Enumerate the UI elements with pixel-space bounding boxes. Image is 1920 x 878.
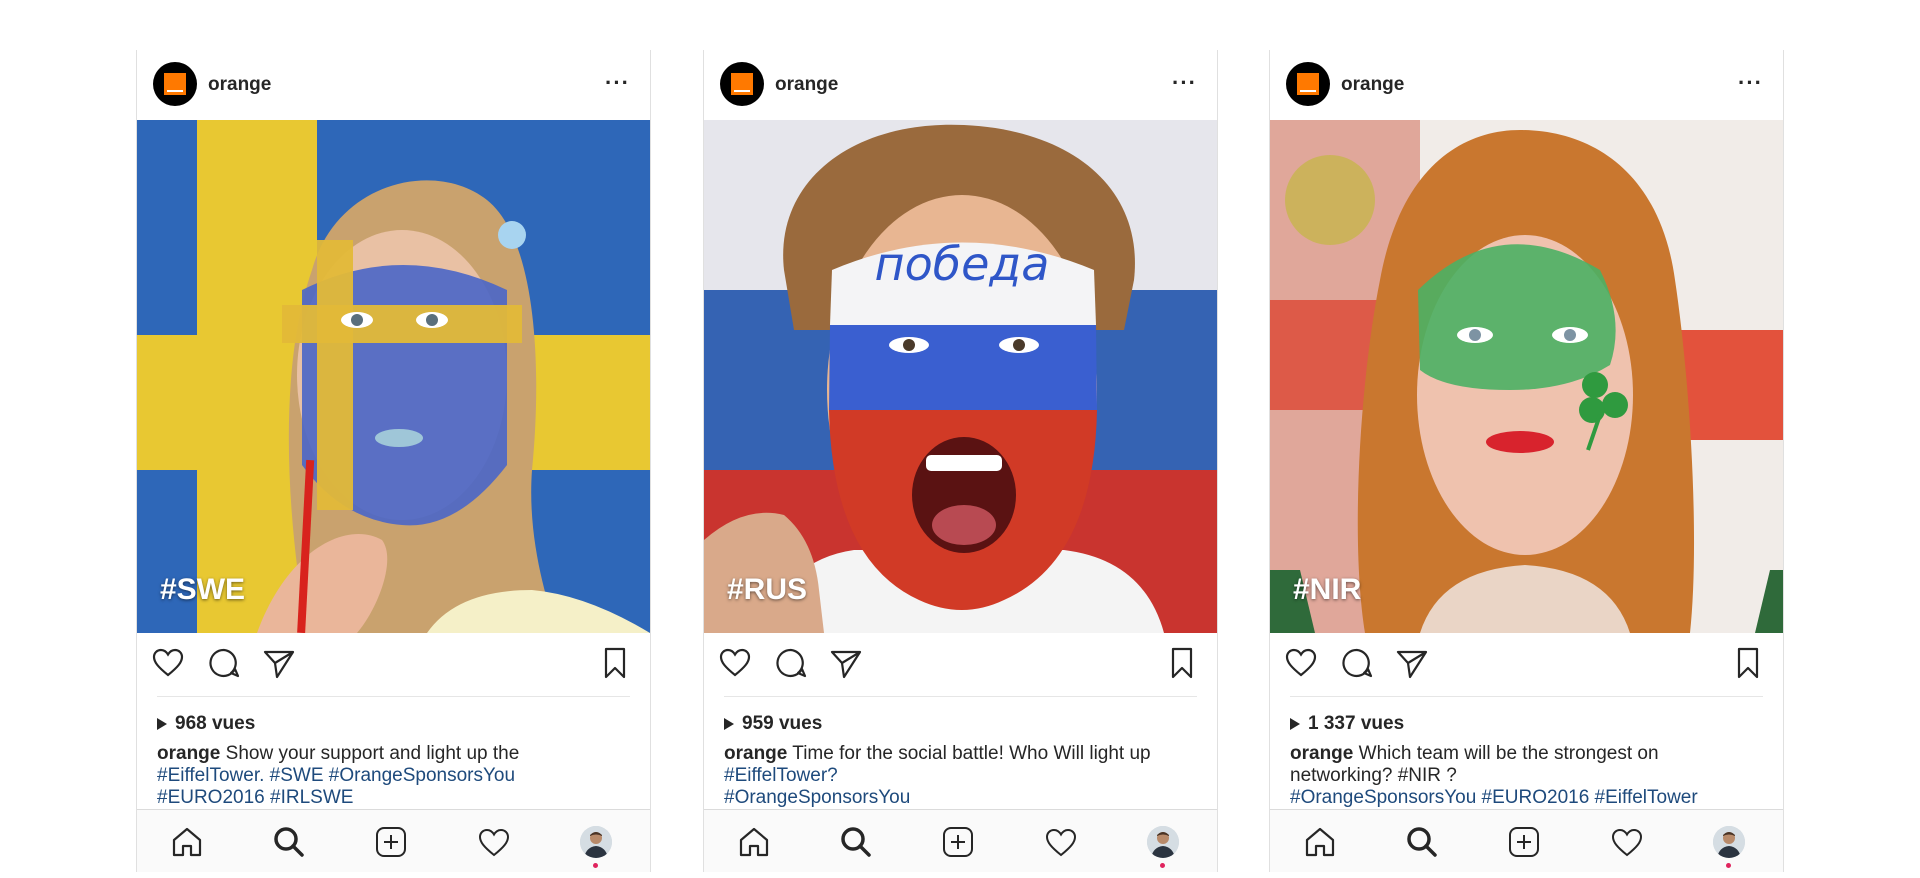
view-count: 968 vues (157, 713, 255, 735)
profile-avatar[interactable] (1711, 824, 1747, 860)
post-photo[interactable]: #SWE (137, 120, 650, 633)
add-post-icon[interactable] (1506, 824, 1542, 860)
caption-text: Time for the social battle! Who Will lig… (792, 743, 1151, 764)
notification-dot (593, 863, 598, 868)
orange-logo-avatar[interactable] (153, 62, 197, 106)
caption-hashtags[interactable]: #OrangeSponsorsYou #EURO2016 #EiffelTowe… (1290, 787, 1763, 809)
caption-username[interactable]: orange (724, 743, 787, 764)
view-count-text: 1 337 vues (1308, 713, 1405, 734)
notification-dot (1726, 863, 1731, 868)
country-tag-overlay: #SWE (160, 573, 246, 606)
post-photo[interactable]: #NIR (1270, 120, 1783, 633)
profile-avatar[interactable] (578, 824, 614, 860)
post-caption: orange Show your support and light up th… (157, 743, 630, 809)
heart-icon[interactable] (718, 646, 752, 680)
instagram-post-swe: orange ··· #SWE 968 vues orange Show you… (136, 50, 651, 872)
caption-text: Show your support and light up the (225, 743, 520, 764)
bottom-tab-bar (704, 809, 1217, 872)
caption-hashtags[interactable]: #OrangeSponsorsYou (724, 787, 1197, 809)
post-actions (1270, 640, 1783, 688)
caption-text-line: networking? #NIR ? (1290, 765, 1457, 786)
share-icon[interactable] (1395, 646, 1429, 680)
caption-username[interactable]: orange (157, 743, 220, 764)
post-username[interactable]: orange (775, 74, 838, 96)
view-count-text: 959 vues (742, 713, 823, 734)
comment-icon[interactable] (1340, 646, 1374, 680)
post-caption: orange Which team will be the strongest … (1290, 743, 1763, 809)
caption-text: Which team will be the strongest on (1358, 743, 1659, 764)
divider (724, 696, 1197, 697)
more-options-icon[interactable]: ··· (1738, 72, 1763, 94)
share-icon[interactable] (829, 646, 863, 680)
post-caption: orange Time for the social battle! Who W… (724, 743, 1197, 809)
comment-icon[interactable] (774, 646, 808, 680)
play-icon (724, 718, 734, 730)
view-count: 1 337 vues (1290, 713, 1404, 735)
post-username[interactable]: orange (208, 74, 271, 96)
view-count-text: 968 vues (175, 713, 256, 734)
bookmark-icon[interactable] (1731, 646, 1765, 680)
post-header: orange ··· (137, 50, 650, 121)
instagram-post-rus: orange ··· победа #RUS 959 vues orange T… (703, 50, 1218, 872)
comment-icon[interactable] (207, 646, 241, 680)
add-post-icon[interactable] (940, 824, 976, 860)
post-actions (704, 640, 1217, 688)
share-icon[interactable] (262, 646, 296, 680)
bottom-tab-bar (1270, 809, 1783, 872)
more-options-icon[interactable]: ··· (1172, 72, 1197, 94)
profile-avatar[interactable] (1145, 824, 1181, 860)
activity-heart-icon[interactable] (1609, 824, 1645, 860)
post-header: orange ··· (1270, 50, 1783, 121)
heart-icon[interactable] (151, 646, 185, 680)
country-tag-overlay: #RUS (727, 573, 808, 606)
notification-dot (1160, 863, 1165, 868)
more-options-icon[interactable]: ··· (605, 72, 630, 94)
search-icon[interactable] (271, 824, 307, 860)
divider (1290, 696, 1763, 697)
caption-line: orange Time for the social battle! Who W… (724, 743, 1197, 765)
post-actions (137, 640, 650, 688)
caption-line: orange Show your support and light up th… (157, 743, 630, 765)
search-icon[interactable] (1404, 824, 1440, 860)
search-icon[interactable] (838, 824, 874, 860)
orange-logo-avatar[interactable] (1286, 62, 1330, 106)
caption-username[interactable]: orange (1290, 743, 1353, 764)
post-header: orange ··· (704, 50, 1217, 121)
heart-icon[interactable] (1284, 646, 1318, 680)
orange-logo-avatar[interactable] (720, 62, 764, 106)
post-username[interactable]: orange (1341, 74, 1404, 96)
bottom-tab-bar (137, 809, 650, 872)
country-tag-overlay: #NIR (1293, 573, 1362, 606)
post-photo[interactable]: победа #RUS (704, 120, 1217, 633)
bookmark-icon[interactable] (598, 646, 632, 680)
home-icon[interactable] (169, 824, 205, 860)
caption-hashtags[interactable]: #EiffelTower? (724, 765, 1197, 787)
activity-heart-icon[interactable] (1043, 824, 1079, 860)
home-icon[interactable] (736, 824, 772, 860)
add-post-icon[interactable] (373, 824, 409, 860)
play-icon (157, 718, 167, 730)
home-icon[interactable] (1302, 824, 1338, 860)
caption-hashtags[interactable]: #EiffelTower. #SWE #OrangeSponsorsYou (157, 765, 630, 787)
caption-hashtags[interactable]: #EURO2016 #IRLSWE (157, 787, 630, 809)
svg-text:победа: победа (875, 237, 1050, 291)
bookmark-icon[interactable] (1165, 646, 1199, 680)
instagram-post-nir: orange ··· #NIR 1 337 vues orange Which … (1269, 50, 1784, 872)
caption-line: orange Which team will be the strongest … (1290, 743, 1763, 765)
divider (157, 696, 630, 697)
play-icon (1290, 718, 1300, 730)
activity-heart-icon[interactable] (476, 824, 512, 860)
view-count: 959 vues (724, 713, 822, 735)
